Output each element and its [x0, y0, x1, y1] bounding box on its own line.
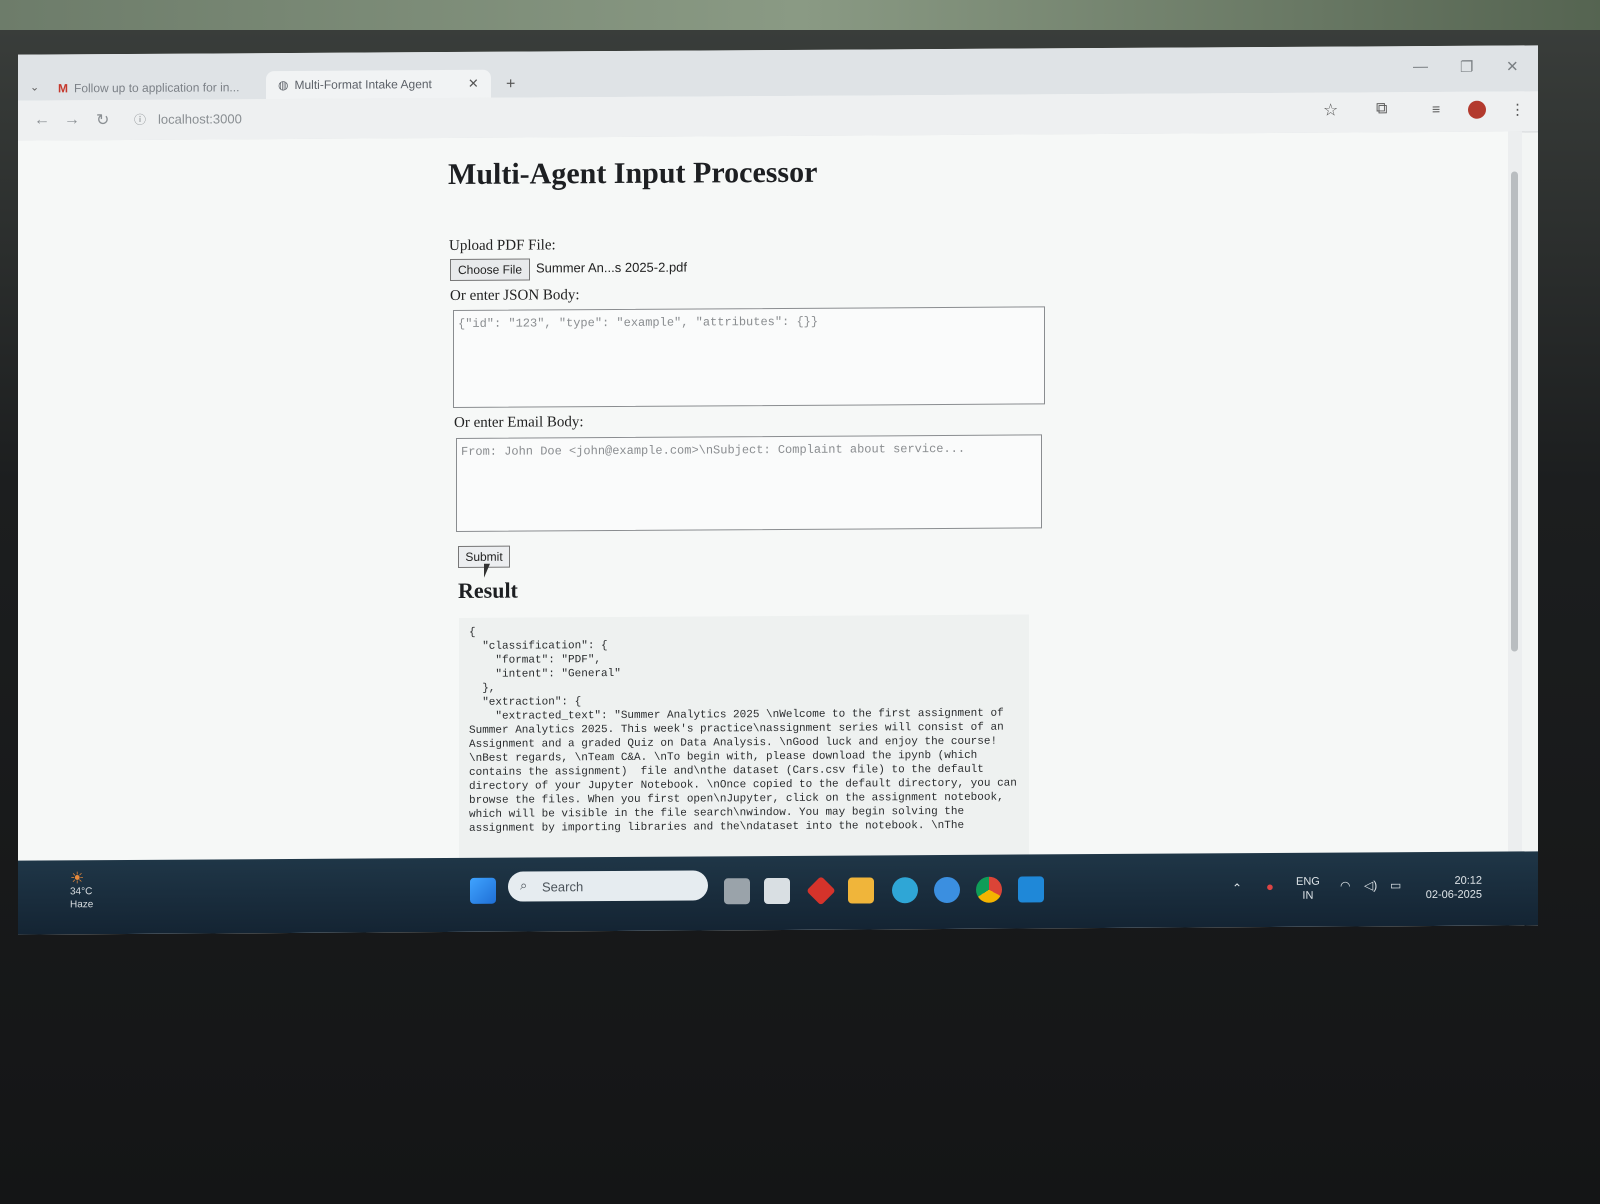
new-tab-button[interactable]: + — [506, 76, 515, 94]
tab-list-chevron-icon[interactable]: ⌄ — [30, 81, 39, 94]
email-label: Or enter Email Body: — [454, 414, 584, 431]
bookmark-star-icon[interactable]: ☆ — [1323, 101, 1338, 121]
json-placeholder: {"id": "123", "type": "example", "attrib… — [458, 314, 819, 331]
result-heading: Result — [458, 577, 518, 603]
result-output: { "classification": { "format": "PDF", "… — [459, 614, 1029, 858]
minimize-icon[interactable]: — — [1413, 58, 1428, 75]
url-field[interactable]: localhost:3000 — [158, 111, 242, 127]
reload-icon[interactable]: ↻ — [96, 110, 109, 130]
laptop-screen: ⌄ M Follow up to application for in... ✕… — [18, 45, 1538, 935]
clock-date: 02-06-2025 — [1425, 888, 1482, 902]
close-window-icon[interactable]: ✕ — [1506, 57, 1519, 75]
site-info-icon[interactable]: ⓘ — [134, 111, 146, 128]
battery-icon[interactable]: ▭ — [1390, 878, 1401, 892]
upload-label: Upload PDF File: — [449, 237, 556, 255]
tray-app-icon[interactable]: ● — [1266, 879, 1274, 894]
help-icon[interactable] — [934, 876, 960, 904]
back-icon[interactable]: ← — [34, 111, 50, 129]
tab-gmail[interactable]: M Follow up to application for in... ✕ — [58, 75, 286, 100]
tab-gmail-label: Follow up to application for in... — [74, 80, 240, 96]
chrome-icon[interactable] — [976, 876, 1002, 903]
json-textarea[interactable]: {"id": "123", "type": "example", "attrib… — [453, 306, 1045, 408]
taskbar-search[interactable]: ⌕ Search — [508, 870, 708, 902]
vscode-icon[interactable] — [1018, 876, 1044, 903]
task-view-icon[interactable] — [724, 878, 750, 905]
email-textarea[interactable]: From: John Doe <john@example.com>\nSubje… — [456, 434, 1042, 532]
close-icon[interactable]: ✕ — [468, 76, 479, 92]
clock-time: 20:12 — [1454, 874, 1482, 887]
globe-icon: ◍ — [278, 77, 289, 93]
mouse-cursor-icon — [484, 563, 496, 578]
windows-taskbar: ☀ 34°C Haze ⌕ Search ⌃ ● ENG IN ◠ ◁) ▭ 2… — [18, 851, 1538, 935]
restore-icon[interactable]: ❐ — [1460, 58, 1473, 76]
page-content: Multi-Agent Input Processor Upload PDF F… — [18, 131, 1508, 861]
weather-icon: ☀ — [70, 870, 85, 888]
language-bottom: IN — [1302, 889, 1314, 902]
edge-icon[interactable] — [892, 877, 918, 904]
search-icon: ⌕ — [520, 877, 528, 893]
weather-widget[interactable]: ☀ 34°C Haze — [70, 870, 94, 911]
background-surface — [0, 0, 1600, 30]
tab-intake-agent-label: Multi-Format Intake Agent — [294, 77, 432, 92]
profile-avatar[interactable] — [1468, 100, 1486, 119]
clock[interactable]: 20:12 02-06-2025 — [1416, 874, 1482, 902]
email-placeholder: From: John Doe <john@example.com>\nSubje… — [461, 441, 966, 459]
language-indicator[interactable]: ENG IN — [1296, 875, 1320, 903]
gmail-icon: M — [58, 81, 68, 96]
choose-file-button[interactable]: Choose File — [450, 258, 530, 282]
tab-intake-agent[interactable]: ◍ Multi-Format Intake Agent ✕ — [266, 69, 491, 100]
selected-file-name: Summer An...s 2025-2.pdf — [536, 259, 688, 276]
file-explorer-icon[interactable] — [848, 877, 874, 904]
weather-desc: Haze — [70, 899, 94, 911]
forward-icon[interactable]: → — [64, 111, 80, 129]
windows-start-icon[interactable] — [470, 877, 496, 904]
menu-kebab-icon[interactable]: ⋮ — [1510, 100, 1525, 118]
scrollbar-thumb[interactable] — [1511, 171, 1518, 652]
language-top: ENG — [1296, 875, 1320, 888]
volume-icon[interactable]: ◁) — [1364, 878, 1377, 892]
app-red-diamond-icon[interactable] — [806, 876, 836, 906]
search-label: Search — [542, 879, 584, 895]
store-icon[interactable] — [764, 877, 790, 905]
media-control-icon[interactable]: ≡ — [1432, 101, 1440, 117]
tray-chevron-icon[interactable]: ⌃ — [1232, 881, 1242, 895]
page-title: Multi-Agent Input Processor — [448, 155, 818, 192]
extensions-icon[interactable]: ⧉ — [1376, 100, 1387, 118]
wifi-icon[interactable]: ◠ — [1340, 879, 1350, 893]
page-scrollbar[interactable] — [1508, 131, 1522, 872]
json-label: Or enter JSON Body: — [450, 287, 580, 305]
